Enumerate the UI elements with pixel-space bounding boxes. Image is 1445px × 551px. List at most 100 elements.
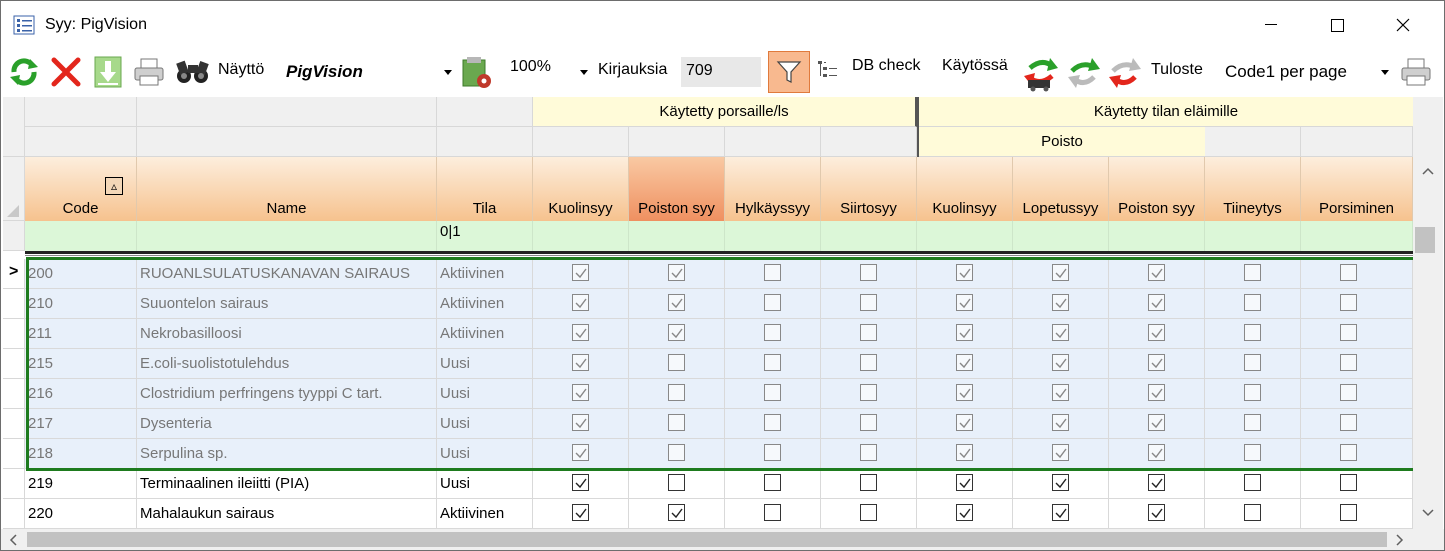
table-cell-tila[interactable]: Uusi: [437, 379, 533, 409]
checkbox-cell[interactable]: [821, 319, 917, 349]
checkbox-cell[interactable]: [917, 409, 1013, 439]
checkbox-cell[interactable]: [1109, 499, 1205, 529]
checkbox-cell[interactable]: [1205, 499, 1301, 529]
delete-icon[interactable]: [47, 53, 85, 91]
checkbox-checked[interactable]: [1052, 504, 1069, 521]
checkbox-checked[interactable]: [1148, 324, 1165, 341]
filter-cell-6[interactable]: [821, 221, 917, 251]
checkbox-unchecked[interactable]: [1244, 354, 1261, 371]
checkbox-checked[interactable]: [1052, 324, 1069, 341]
table-cell-name[interactable]: Mahalaukun sairaus: [137, 499, 437, 529]
checkbox-cell[interactable]: [1013, 259, 1109, 289]
checkbox-cell[interactable]: [1301, 319, 1413, 349]
checkbox-unchecked[interactable]: [1340, 294, 1357, 311]
checkbox-checked[interactable]: [1148, 264, 1165, 281]
checkbox-cell[interactable]: [725, 499, 821, 529]
download-icon[interactable]: [91, 53, 125, 91]
checkbox-cell[interactable]: [1205, 259, 1301, 289]
checkbox-cell[interactable]: [629, 259, 725, 289]
zoom-select[interactable]: 100%: [503, 55, 593, 89]
checkbox-unchecked[interactable]: [860, 474, 877, 491]
checkbox-cell[interactable]: [1301, 469, 1413, 499]
checkbox-cell[interactable]: [1301, 379, 1413, 409]
checkbox-unchecked[interactable]: [764, 384, 781, 401]
filter-tila[interactable]: 0|1: [437, 221, 533, 251]
checkbox-cell[interactable]: [821, 379, 917, 409]
row-header[interactable]: [3, 319, 25, 349]
checkbox-cell[interactable]: [533, 409, 629, 439]
table-cell-name[interactable]: E.coli-suolistotulehdus: [137, 349, 437, 379]
checkbox-cell[interactable]: [917, 379, 1013, 409]
checkbox-checked[interactable]: [956, 474, 973, 491]
checkbox-unchecked[interactable]: [1340, 354, 1357, 371]
checkbox-unchecked[interactable]: [860, 264, 877, 281]
checkbox-checked[interactable]: [572, 414, 589, 431]
checkbox-unchecked[interactable]: [764, 324, 781, 341]
checkbox-cell[interactable]: [533, 319, 629, 349]
checkbox-checked[interactable]: [1052, 414, 1069, 431]
checkbox-unchecked[interactable]: [668, 474, 685, 491]
checkbox-cell[interactable]: [533, 259, 629, 289]
checkbox-unchecked[interactable]: [860, 414, 877, 431]
checkbox-cell[interactable]: [533, 469, 629, 499]
table-cell-name[interactable]: RUOANLSULATUSKANAVAN SAIRAUS: [137, 259, 437, 289]
checkbox-unchecked[interactable]: [860, 294, 877, 311]
table-cell-name[interactable]: Terminaalinen ileiitti (PIA): [137, 469, 437, 499]
checkbox-unchecked[interactable]: [860, 504, 877, 521]
checkbox-cell[interactable]: [533, 349, 629, 379]
checkbox-unchecked[interactable]: [860, 354, 877, 371]
checkbox-checked[interactable]: [572, 324, 589, 341]
row-header[interactable]: [3, 439, 25, 469]
checkbox-cell[interactable]: [629, 349, 725, 379]
checkbox-checked[interactable]: [1148, 384, 1165, 401]
column-header-9[interactable]: Poiston syy: [1109, 157, 1205, 221]
checkbox-cell[interactable]: [725, 259, 821, 289]
checkbox-checked[interactable]: [572, 354, 589, 371]
checkbox-unchecked[interactable]: [1340, 384, 1357, 401]
checkbox-unchecked[interactable]: [860, 384, 877, 401]
filter-cell-0[interactable]: [25, 221, 137, 251]
checkbox-cell[interactable]: [1013, 379, 1109, 409]
checkbox-checked[interactable]: [956, 504, 973, 521]
checkbox-cell[interactable]: [1013, 289, 1109, 319]
checkbox-cell[interactable]: [629, 499, 725, 529]
checkbox-checked[interactable]: [1052, 294, 1069, 311]
checkbox-cell[interactable]: [917, 259, 1013, 289]
checkbox-cell[interactable]: [629, 289, 725, 319]
checkbox-cell[interactable]: [821, 499, 917, 529]
checkbox-cell[interactable]: [1301, 439, 1413, 469]
checkbox-cell[interactable]: [725, 409, 821, 439]
checkbox-unchecked[interactable]: [1340, 504, 1357, 521]
checkbox-unchecked[interactable]: [764, 504, 781, 521]
checkbox-unchecked[interactable]: [1244, 324, 1261, 341]
checkbox-cell[interactable]: [1301, 259, 1413, 289]
table-cell-tila[interactable]: Uusi: [437, 409, 533, 439]
checkbox-checked[interactable]: [1052, 354, 1069, 371]
checkbox-cell[interactable]: [629, 469, 725, 499]
sort-ascending-icon[interactable]: ▵: [105, 177, 123, 195]
table-cell-code[interactable]: 218: [25, 439, 137, 469]
checkbox-checked[interactable]: [956, 354, 973, 371]
refresh-icon[interactable]: [7, 53, 41, 91]
arrows-forward-icon[interactable]: [1064, 53, 1104, 93]
column-header-10[interactable]: Tiineytys: [1205, 157, 1301, 221]
checkbox-checked[interactable]: [572, 384, 589, 401]
checkbox-checked[interactable]: [668, 504, 685, 521]
filter-cell-7[interactable]: [917, 221, 1013, 251]
checkbox-checked[interactable]: [668, 264, 685, 281]
table-cell-code[interactable]: 219: [25, 469, 137, 499]
checkbox-cell[interactable]: [725, 349, 821, 379]
table-cell-name[interactable]: Clostridium perfringens tyyppi C tart.: [137, 379, 437, 409]
checkbox-cell[interactable]: [1109, 439, 1205, 469]
table-cell-tila[interactable]: Uusi: [437, 349, 533, 379]
checkbox-cell[interactable]: [533, 379, 629, 409]
table-cell-name[interactable]: Suuontelon sairaus: [137, 289, 437, 319]
checkbox-unchecked[interactable]: [668, 384, 685, 401]
checkbox-unchecked[interactable]: [764, 444, 781, 461]
filter-cell-3[interactable]: [533, 221, 629, 251]
checkbox-unchecked[interactable]: [1244, 444, 1261, 461]
checkbox-unchecked[interactable]: [668, 444, 685, 461]
checkbox-unchecked[interactable]: [764, 474, 781, 491]
print-button-icon[interactable]: [1397, 53, 1435, 91]
scroll-left-icon[interactable]: [9, 534, 17, 546]
